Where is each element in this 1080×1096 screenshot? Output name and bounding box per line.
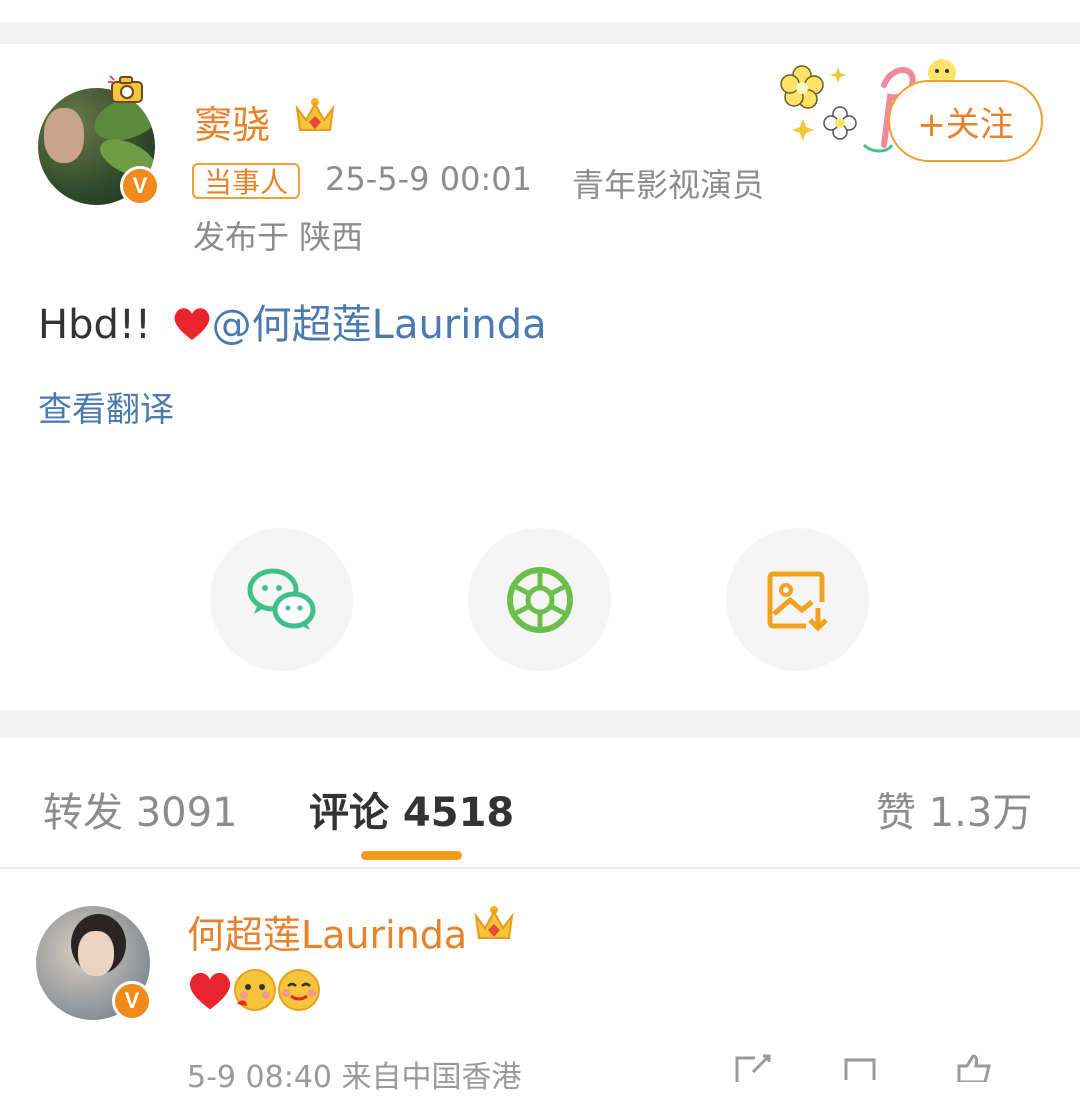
post-time: 25-5-9 00:01 [325, 160, 532, 198]
comment-meta: 5-9 08:40 来自中国香港 [187, 1060, 522, 1095]
save-image-button[interactable] [726, 528, 869, 671]
save-image-icon [767, 571, 828, 632]
mention-link[interactable]: @何超莲Laurinda [212, 302, 547, 348]
moments-icon [507, 567, 573, 633]
translate-link[interactable]: 查看翻译 [38, 382, 174, 431]
like-comment-icon[interactable] [955, 1052, 995, 1082]
verified-badge-icon: V [120, 166, 160, 206]
avatar-decoration-icon [108, 75, 143, 103]
heart-emoji-icon [189, 972, 231, 1010]
share-comment-icon[interactable] [733, 1052, 773, 1082]
commenter-name[interactable]: 何超莲Laurinda [187, 904, 467, 959]
active-tab-indicator [361, 851, 462, 860]
tabs-divider [0, 867, 1080, 869]
author-title: 青年影视演员 [572, 166, 765, 204]
share-moments-button[interactable] [468, 528, 611, 671]
crown-icon [295, 98, 335, 131]
section-separator [0, 710, 1080, 738]
hug-face-emoji-icon [278, 969, 320, 1011]
heart-icon [174, 308, 210, 340]
post-location: 发布于 陕西 [193, 218, 364, 256]
tab-comment[interactable]: 评论 4518 [309, 780, 514, 838]
post-text: Hbd!! @何超莲Laurinda [38, 292, 547, 350]
tab-like[interactable]: 赞 1.3万 [876, 780, 1032, 838]
follow-button[interactable]: +关注 [888, 80, 1043, 162]
wechat-icon [247, 568, 316, 630]
top-separator [0, 22, 1080, 44]
role-tag: 当事人 [192, 163, 301, 199]
author-name[interactable]: 窦骁 [194, 94, 270, 149]
commenter-verified-badge-icon: V [112, 981, 152, 1021]
tab-repost[interactable]: 转发 3091 [43, 780, 238, 838]
reply-comment-icon[interactable] [840, 1052, 880, 1082]
share-wechat-button[interactable] [210, 528, 353, 671]
post-text-prefix: Hbd!! [38, 302, 151, 348]
commenter-crown-icon [474, 906, 514, 939]
shy-face-emoji-icon [234, 969, 276, 1011]
